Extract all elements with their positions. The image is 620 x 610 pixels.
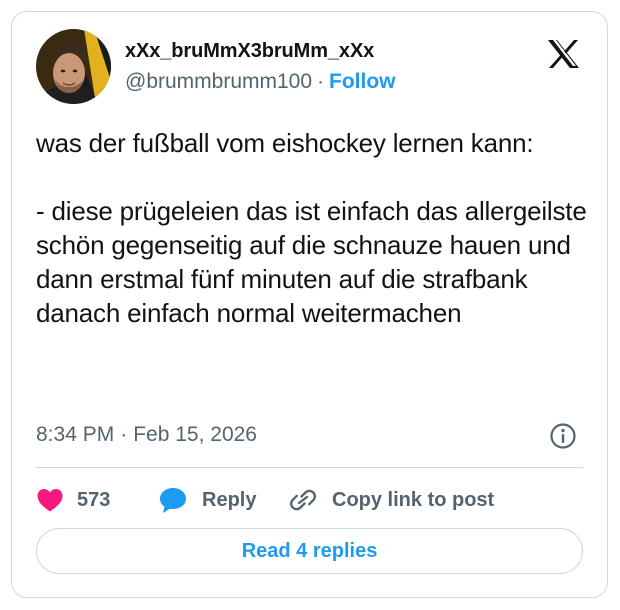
display-name[interactable]: xXx_bruMmX3bruMm_xXx [125, 40, 374, 63]
reply-label: Reply [202, 488, 257, 511]
user-handle[interactable]: @brummbrumm100 [125, 70, 312, 93]
x-logo-icon[interactable] [547, 39, 580, 69]
tweet-time: 8:34 PM [36, 423, 115, 446]
divider [36, 467, 583, 468]
follow-link[interactable]: Follow [329, 70, 396, 93]
info-icon[interactable] [549, 422, 577, 450]
tweet-text: was der fußball vom eishockey lernen kan… [36, 128, 587, 328]
tweet-embed-card: xXx_bruMmX3bruMm_xXx @brummbrumm100 · Foll… [11, 11, 608, 598]
tweet-date: Feb 15, 2026 [133, 423, 257, 446]
link-icon [288, 486, 318, 514]
copy-link-button[interactable]: Copy link to post [288, 483, 494, 517]
separator-dot: · [317, 70, 325, 93]
reply-button[interactable]: Reply [158, 483, 256, 517]
tweet-timestamp[interactable]: 8:34 PM · Feb 15, 2026 [36, 423, 257, 447]
like-count: 573 [77, 488, 111, 511]
like-button[interactable]: 573 [36, 483, 110, 517]
avatar-image [36, 29, 111, 104]
separator-dot: · [120, 423, 128, 446]
speech-bubble-icon [158, 486, 188, 514]
handle-row: @brummbrumm100 · Follow [125, 70, 396, 94]
copy-link-label: Copy link to post [332, 488, 495, 511]
read-replies-button[interactable]: Read 4 replies [36, 528, 583, 574]
avatar[interactable] [36, 29, 111, 104]
heart-icon [36, 487, 64, 513]
